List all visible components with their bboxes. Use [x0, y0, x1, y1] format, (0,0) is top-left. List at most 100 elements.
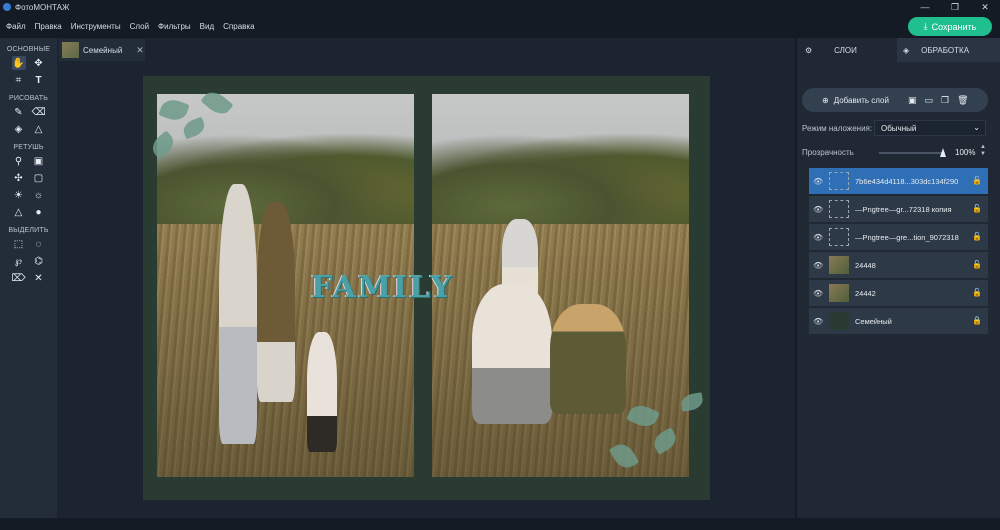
menu-view[interactable]: Вид: [200, 22, 214, 31]
heal-icon[interactable]: ✣: [12, 171, 26, 185]
tab-processing-label: ОБРАБОТКА: [921, 45, 970, 55]
layer-row[interactable]: 👁 24448 🔓: [809, 252, 988, 278]
menu-filters[interactable]: Фильтры: [158, 22, 191, 31]
opacity-slider-track[interactable]: [879, 152, 945, 154]
tab-processing[interactable]: ◈ ОБРАБОТКА: [897, 38, 1000, 62]
eye-icon[interactable]: 👁: [813, 289, 823, 298]
status-bar: [0, 518, 1000, 530]
photo-layer-icon[interactable]: ▣: [908, 95, 917, 106]
app-logo-icon: [3, 3, 11, 11]
save-button[interactable]: ⤓ Сохранить: [908, 17, 992, 36]
sharpen-icon[interactable]: △: [12, 205, 26, 219]
blend-mode-value: Обычный: [881, 123, 917, 133]
eye-icon[interactable]: 👁: [813, 261, 823, 270]
layer-row[interactable]: 👁 Семейный 🔒: [809, 308, 988, 334]
download-icon: ⤓: [923, 21, 928, 31]
unlock-icon[interactable]: 🔓: [972, 260, 982, 269]
layer-row[interactable]: 👁 —Pngtree—gre...tion_9072318 🔓: [809, 224, 988, 250]
layer-thumbnail: [829, 200, 849, 218]
stepper-down-icon[interactable]: ▼: [980, 151, 986, 158]
title-bar: ФотоМОНТАЖ — ❐ ✕: [0, 0, 1000, 14]
delete-layer-icon[interactable]: 🗑: [957, 95, 968, 106]
brightness-icon[interactable]: ☀: [12, 188, 26, 202]
tab-layers[interactable]: ⚙ СЛОИ: [797, 38, 897, 62]
person-figure: [257, 202, 295, 402]
toolbox-section-title: ОСНОВНЫЕ: [6, 46, 51, 53]
shapes-icon[interactable]: △: [32, 122, 46, 136]
maximize-button[interactable]: ❐: [940, 0, 970, 14]
canvas-area[interactable]: FAMILY: [57, 62, 795, 518]
sliders-icon: ⚙: [805, 45, 813, 55]
close-tab-icon[interactable]: ✕: [136, 45, 144, 56]
close-window-button[interactable]: ✕: [970, 0, 1000, 14]
rect-select-icon[interactable]: ⬚: [12, 237, 26, 251]
menu-edit[interactable]: Правка: [35, 22, 62, 31]
magic-wand-icon[interactable]: ✕: [32, 271, 46, 285]
window-controls: — ❐ ✕: [910, 0, 1000, 14]
move-icon[interactable]: ✥: [32, 56, 46, 70]
duplicate-layer-icon[interactable]: ❐: [941, 95, 949, 106]
person-figure: [550, 304, 626, 414]
document-tab[interactable]: Семейный ✕: [59, 39, 145, 61]
layer-thumbnail: [829, 312, 849, 330]
stepper-up-icon[interactable]: ▲: [980, 144, 986, 151]
layer-thumbnail: [829, 228, 849, 246]
crop-icon[interactable]: ⌗: [12, 73, 26, 87]
eraser-icon[interactable]: ⌫: [31, 105, 45, 119]
family-overlay-text[interactable]: FAMILY: [311, 270, 454, 305]
eye-icon[interactable]: 👁: [813, 177, 823, 186]
unlock-icon[interactable]: 🔓: [972, 232, 982, 241]
plus-circle-icon[interactable]: ⊕: [822, 96, 829, 105]
unlock-icon[interactable]: 🔓: [972, 176, 982, 185]
brush-icon[interactable]: ✎: [12, 105, 26, 119]
menu-help[interactable]: Справка: [223, 22, 254, 31]
add-layer-button[interactable]: Добавить слой: [834, 96, 889, 105]
collage-background[interactable]: FAMILY: [143, 76, 710, 500]
app-title: ФотоМОНТАЖ: [15, 2, 70, 12]
chevron-down-icon: ⌄: [973, 123, 980, 132]
blend-mode-select[interactable]: Обычный ⌄: [874, 120, 986, 136]
menu-file[interactable]: Файл: [6, 22, 26, 31]
blend-mode-label: Режим наложения:: [802, 124, 873, 133]
patch-icon[interactable]: ▣: [32, 154, 46, 168]
layer-row[interactable]: 👁 —Pngtree—gr...72318 копия 🔓: [809, 196, 988, 222]
eye-icon[interactable]: 👁: [813, 205, 823, 214]
layer-name: 24442: [855, 288, 876, 298]
layer-thumbnail: [829, 256, 849, 274]
lock-icon[interactable]: 🔒: [972, 316, 982, 325]
darken-icon[interactable]: ☼: [32, 188, 46, 202]
opacity-stepper[interactable]: ▲ ▼: [979, 144, 987, 158]
magnetic-lasso-icon[interactable]: ⌦: [11, 271, 25, 285]
layer-name: 24448: [855, 260, 876, 270]
unlock-icon[interactable]: 🔓: [972, 204, 982, 213]
frame-icon[interactable]: ▢: [32, 171, 46, 185]
tab-layers-label: СЛОИ: [834, 45, 857, 55]
lasso-icon[interactable]: ℘: [12, 254, 26, 268]
layer-name: Семейный: [855, 316, 892, 326]
toolbox-section-title: РИСОВАТЬ: [8, 95, 49, 102]
menu-layer[interactable]: Слой: [130, 22, 149, 31]
eye-icon[interactable]: 👁: [813, 233, 823, 242]
fill-icon[interactable]: ◈: [12, 122, 26, 136]
layers-list: 👁 7b6e434d4118...303dc134f290 🔓 👁 —Pngtr…: [809, 168, 988, 336]
eye-icon[interactable]: 👁: [813, 317, 823, 326]
document-thumbnail: [62, 42, 79, 58]
right-panel-tabs: ⚙ СЛОИ ◈ ОБРАБОТКА: [797, 38, 1000, 62]
layer-row[interactable]: 👁 24442 🔓: [809, 280, 988, 306]
stamp-icon[interactable]: ⚲: [12, 154, 26, 168]
minimize-button[interactable]: —: [910, 0, 940, 14]
opacity-label: Прозрачность: [802, 148, 854, 157]
hand-icon[interactable]: ✋: [11, 56, 26, 70]
opacity-value[interactable]: 100%: [955, 148, 975, 157]
unlock-icon[interactable]: 🔓: [972, 288, 982, 297]
person-figure: [219, 184, 257, 444]
ellipse-select-icon[interactable]: ◌: [32, 237, 46, 251]
document-tab-bar: Семейный ✕: [57, 38, 795, 62]
layer-name: 7b6e434d4118...303dc134f290: [855, 176, 959, 186]
layer-row[interactable]: 👁 7b6e434d4118...303dc134f290 🔓: [809, 168, 988, 194]
text-icon[interactable]: T: [32, 73, 46, 87]
menu-tools[interactable]: Инструменты: [71, 22, 121, 31]
blur-icon[interactable]: ●: [32, 205, 46, 219]
polygon-lasso-icon[interactable]: ⌬: [32, 254, 46, 268]
folder-icon[interactable]: ▭: [924, 95, 933, 106]
